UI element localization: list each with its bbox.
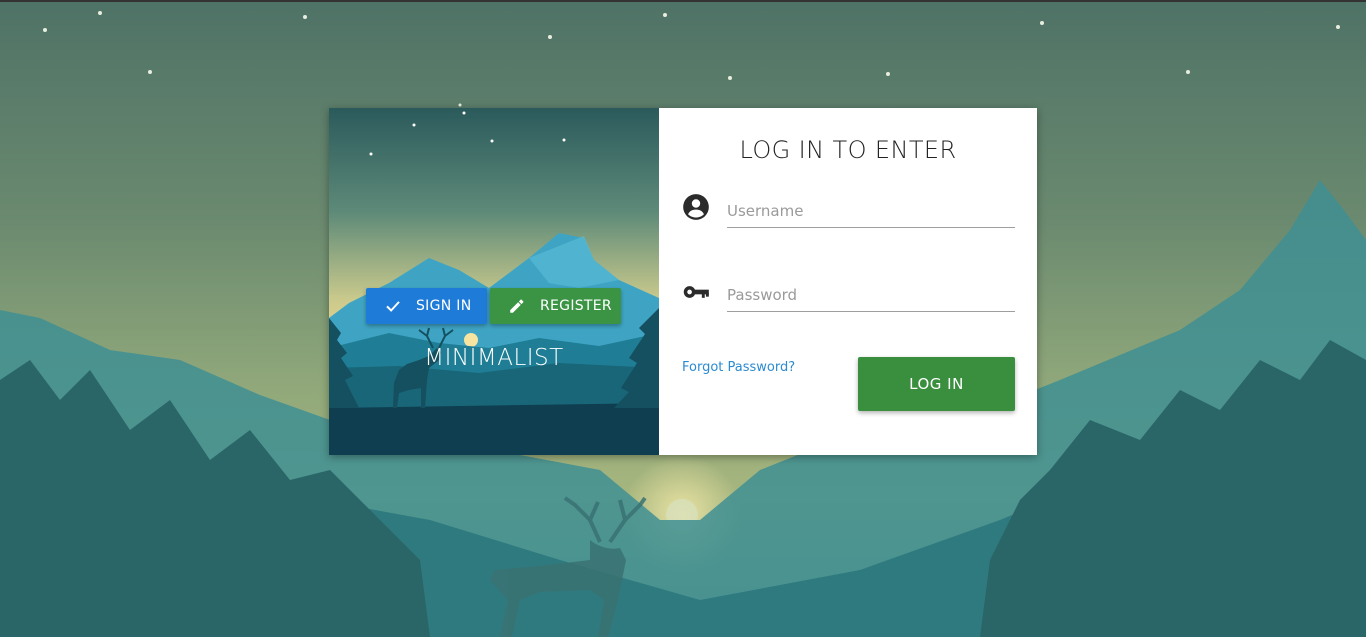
- login-form-panel: LOG IN TO ENTER Forgot Password? LOG IN: [659, 108, 1037, 455]
- brand-panel: MINIMALIST: [329, 108, 659, 455]
- register-button[interactable]: REGISTER: [490, 288, 621, 324]
- account-circle-icon: [683, 194, 709, 220]
- sign-in-button[interactable]: SIGN IN: [366, 288, 487, 324]
- pencil-icon: [510, 299, 524, 313]
- forgot-password-link[interactable]: Forgot Password?: [682, 360, 795, 375]
- register-label: REGISTER: [540, 298, 612, 314]
- check-icon: [386, 301, 400, 312]
- top-border: [0, 0, 1366, 2]
- key-icon: [683, 286, 709, 298]
- sign-in-label: SIGN IN: [416, 298, 472, 314]
- login-card: MINIMALIST LOG IN TO ENTER Forgot Passwo…: [329, 108, 1037, 455]
- password-field[interactable]: [727, 276, 1015, 312]
- panel-illustration: [329, 108, 659, 455]
- login-button[interactable]: LOG IN: [858, 357, 1015, 411]
- brand-title: MINIMALIST: [424, 345, 564, 371]
- login-title: LOG IN TO ENTER: [739, 136, 957, 164]
- username-field[interactable]: [727, 192, 1015, 228]
